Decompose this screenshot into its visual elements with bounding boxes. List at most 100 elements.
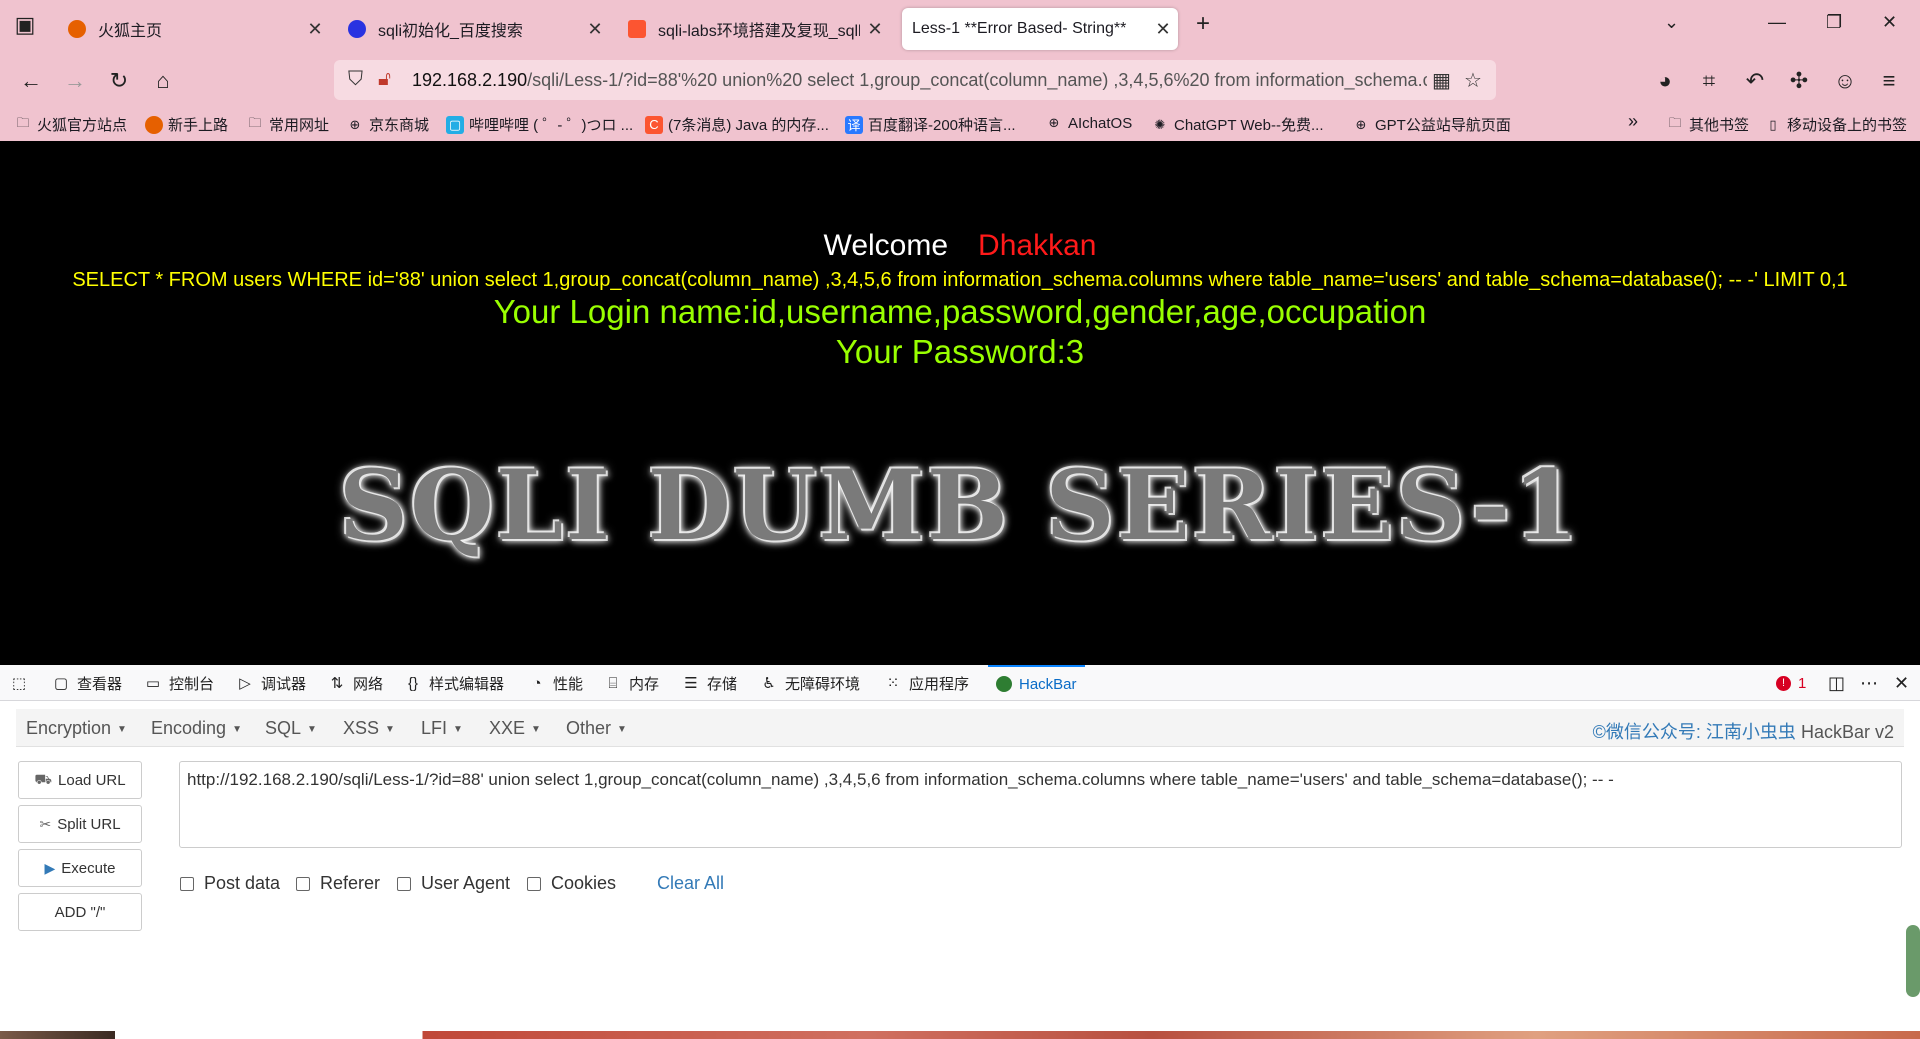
tab-network[interactable]: ⇅ 网络 — [328, 665, 383, 701]
address-bar[interactable]: ⛉ 🔓︎ 192.168.2.190 /sqli/Less-1/?id=88'%… — [334, 60, 1496, 100]
bookmark-label: 火狐官方站点 — [37, 117, 128, 134]
button-label: Load URL — [58, 771, 126, 789]
caret-down-icon: ▼ — [232, 723, 242, 735]
tab-debugger[interactable]: ▷ 调试器 — [236, 665, 306, 701]
tab-label: 查看器 — [77, 675, 123, 693]
clear-all-link[interactable]: Clear All — [657, 873, 724, 894]
element-picker-icon[interactable]: ⬚ — [10, 665, 35, 701]
bookmark-item[interactable]: 🗀︎ 其他书签 — [1666, 114, 1749, 135]
close-window-icon[interactable]: ✕ — [1882, 12, 1897, 33]
checkbox-box[interactable] — [180, 876, 194, 891]
menu-encoding[interactable]: Encoding ▼ — [151, 718, 242, 739]
close-tab-icon[interactable]: ✕ — [1148, 19, 1178, 40]
bookmark-item[interactable]: 🗀︎ 常用网址 — [246, 114, 329, 135]
bookmark-item[interactable]: ⊕ 京东商城 — [346, 114, 429, 135]
new-tab-icon[interactable]: + — [1196, 10, 1210, 38]
dock-side-icon[interactable]: ◫ — [1828, 665, 1845, 701]
menu-label: XXE — [489, 718, 526, 738]
bookmark-item[interactable]: 新手上路 — [145, 114, 228, 135]
taskbar-wallpaper-strip — [0, 1031, 1920, 1039]
folder-icon: 🗀︎ — [16, 114, 30, 130]
forward-icon[interactable]: → — [60, 66, 90, 96]
more-options-icon[interactable]: ⋯ — [1860, 665, 1878, 701]
more-bookmarks-chevron-icon[interactable]: » — [1628, 111, 1638, 132]
menu-lfi[interactable]: LFI ▼ — [421, 718, 463, 739]
menu-xxe[interactable]: XXE ▼ — [489, 718, 541, 739]
bookmark-item[interactable]: ⊕ AIchatOS — [1045, 114, 1133, 132]
menu-label: Other — [566, 718, 612, 738]
undo-arrow-icon[interactable]: ↶ — [1740, 66, 1770, 96]
bookmark-item[interactable]: 译百度翻译-200种语言... — [845, 114, 1016, 135]
bilibili-icon: ▢ — [446, 115, 464, 134]
tab-hackbar[interactable]: HackBar — [988, 665, 1085, 701]
crop-screenshot-icon[interactable]: ⌗ — [1694, 66, 1724, 96]
error-counter[interactable]: ! 1 — [1776, 665, 1806, 701]
menu-sql[interactable]: SQL ▼ — [265, 718, 317, 739]
tab-style-editor[interactable]: {} 样式编辑器 — [404, 665, 504, 701]
tab-performance[interactable]: ◔ 性能 — [528, 665, 583, 701]
add-slash-button[interactable]: ADD "/" — [18, 893, 142, 931]
checkbox-box[interactable] — [527, 876, 541, 891]
brand-text: ©微信公众号: 江南小虫虫 — [1592, 722, 1796, 742]
menu-hamburger-icon[interactable]: ≡ — [1874, 66, 1904, 96]
bookmark-item[interactable]: C (7条消息) Java 的内存... — [645, 114, 829, 135]
caret-down-icon: ▼ — [117, 723, 127, 735]
bookmark-item[interactable]: 🗀︎ 火狐官方站点 — [14, 114, 127, 135]
load-url-button[interactable]: ⛟ Load URL — [18, 761, 142, 799]
bookmark-label: 其他书签 — [1689, 117, 1750, 134]
reload-icon[interactable]: ↻ — [104, 66, 134, 96]
tab-baidu-search[interactable]: sqli初始化_百度搜索 ✕ — [334, 8, 610, 50]
password-text: Your Password:3 — [835, 333, 1085, 370]
back-icon[interactable]: ← — [16, 66, 46, 96]
execute-button[interactable]: ▶ Execute — [18, 849, 142, 887]
close-devtools-icon[interactable]: ✕ — [1894, 665, 1909, 701]
close-tab-icon[interactable]: ✕ — [580, 19, 610, 40]
split-url-button[interactable]: ✂ Split URL — [18, 805, 142, 843]
hackbar-version: HackBar v2 — [1800, 722, 1894, 742]
checkbox-box[interactable] — [296, 876, 310, 891]
menu-encryption[interactable]: Encryption ▼ — [26, 718, 127, 739]
folder-icon: 🗀︎ — [248, 114, 262, 130]
close-tab-icon[interactable]: ✕ — [300, 19, 330, 40]
tab-console[interactable]: ▭ 控制台 — [144, 665, 214, 701]
tab-csdn[interactable]: sqli-labs环境搭建及复现_sqllab ✕ — [614, 8, 890, 50]
series-banner-image: SQLI DUMB SERIES-1 — [338, 449, 1582, 562]
checkbox-label: Referer — [320, 873, 381, 893]
bookmark-item[interactable]: ▢ 哔哩哔哩 ( ゜- ゜)つロ ... — [446, 114, 633, 135]
tab-storage[interactable]: ☰ 存储 — [682, 665, 737, 701]
extension-globe-icon[interactable]: ◕ — [1650, 66, 1680, 96]
minimize-icon[interactable]: — — [1768, 12, 1786, 33]
tab-title: Less-1 **Error Based- String** — [912, 20, 1127, 37]
restore-icon[interactable]: ❐ — [1826, 12, 1842, 33]
checkbox-box[interactable] — [397, 876, 411, 891]
side-scroll-handle[interactable] — [1906, 925, 1920, 997]
bookmark-item[interactable]: ▯ 移动设备上的书签 — [1764, 114, 1907, 135]
insecure-lock-icon[interactable]: 🔓︎ — [378, 68, 391, 91]
cookies-checkbox[interactable]: Cookies — [527, 873, 616, 894]
bookmark-item[interactable]: ⊕ GPT公益站导航页面 — [1352, 114, 1511, 135]
extensions-puzzle-icon[interactable]: ✣ — [1784, 66, 1814, 96]
close-tab-icon[interactable]: ✕ — [860, 19, 890, 40]
list-tabs-chevron-icon[interactable]: ⌄ — [1664, 12, 1679, 33]
qr-code-icon[interactable]: ▦ — [1432, 68, 1451, 93]
home-icon[interactable]: ⌂ — [148, 66, 178, 96]
tab-firefox-home[interactable]: 火狐主页 ✕ — [54, 8, 330, 50]
bookmark-item[interactable]: ✺ ChatGPT Web--免费... — [1151, 114, 1324, 135]
tab-inspector[interactable]: ▢ 查看器 — [52, 665, 122, 701]
hackbar-url-textarea[interactable]: http://192.168.2.190/sqli/Less-1/?id=88'… — [179, 761, 1902, 848]
account-avatar-icon[interactable]: ☺ — [1830, 66, 1860, 96]
devtools-toolbar: ⬚ ▢ 查看器 ▭ 控制台 ▷ 调试器 ⇅ 网络 {} 样式编辑器 ◔ 性能 ⌸ 内存 ☰ 存储… — [0, 665, 1920, 701]
tab-memory[interactable]: ⌸ 内存 — [604, 665, 659, 701]
tab-less-1[interactable]: Less-1 **Error Based- String** ✕ — [902, 8, 1178, 50]
user-agent-checkbox[interactable]: User Agent — [397, 873, 510, 894]
post-data-checkbox[interactable]: Post data — [180, 873, 280, 894]
tab-application[interactable]: ⁙ 应用程序 — [884, 665, 969, 701]
menu-xss[interactable]: XSS ▼ — [343, 718, 395, 739]
welcome-name: Dhakkan — [978, 229, 1097, 262]
referer-checkbox[interactable]: Referer — [296, 873, 380, 894]
shield-icon[interactable]: ⛉ — [348, 68, 363, 91]
tab-overview-icon[interactable]: ▣ — [10, 10, 40, 40]
menu-other[interactable]: Other ▼ — [566, 718, 627, 739]
tab-accessibility[interactable]: ♿︎ 无障碍环境 — [760, 665, 860, 701]
bookmark-star-icon[interactable]: ☆ — [1464, 68, 1482, 93]
